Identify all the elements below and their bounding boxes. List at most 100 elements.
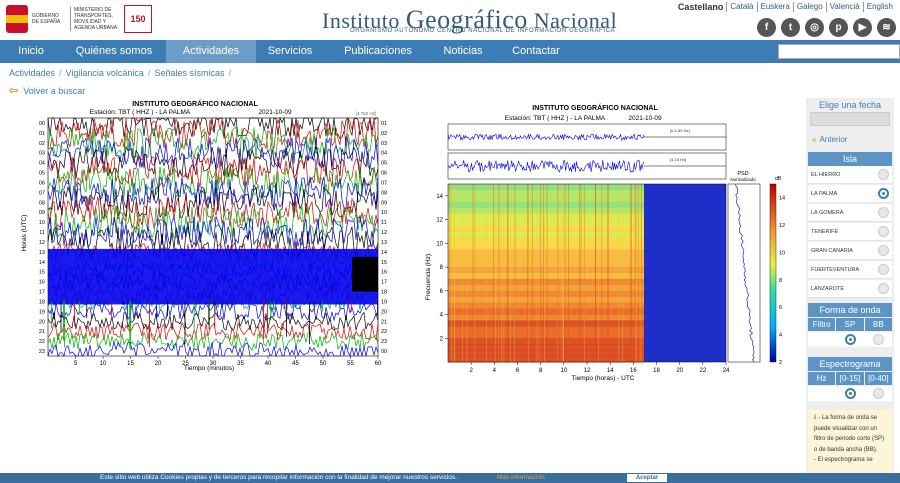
island-option-tenerife[interactable]: TENERIFE (808, 223, 892, 241)
radio-icon[interactable] (878, 169, 889, 180)
helicorder-hour-label: 00 (381, 349, 387, 355)
coat-of-arms-icon (6, 5, 28, 33)
waveform-filter-label: Filtro (808, 318, 836, 331)
previous-link[interactable]: « Anterior (812, 135, 847, 144)
spectrogram-xtick-label: 6 (516, 368, 520, 374)
cookie-accept-button[interactable]: Aceptar (627, 474, 667, 482)
colorbar-tick-label: 6 (779, 305, 782, 311)
radio-icon[interactable] (878, 264, 889, 275)
spectrogram-band (448, 207, 644, 215)
radio-selected-icon[interactable] (845, 388, 856, 399)
waveform-header: Forma de onda (808, 303, 892, 317)
info-icon: ℹ (814, 415, 817, 421)
lang-english[interactable]: English (864, 2, 896, 12)
nav-contactar[interactable]: Contactar (494, 40, 578, 63)
lang-valencia[interactable]: Valencià (827, 2, 864, 12)
radio-icon[interactable] (878, 245, 889, 256)
colorbar-tick-label: 10 (779, 250, 785, 256)
spectrogram-ytick-label: 8 (440, 265, 444, 271)
cookie-more-info-link[interactable]: Más información (497, 473, 545, 483)
helicorder-hour-label: 23 (381, 339, 387, 345)
helicorder-hour-label: 01 (39, 131, 45, 137)
helicorder-hour-label: 02 (39, 141, 45, 147)
spectrogram-15-label: [0-15] (836, 372, 864, 385)
island-option-la-gomera[interactable]: LA GOMERA (808, 204, 892, 222)
back-link[interactable]: ⇦ Volver a buscar (9, 84, 85, 97)
nav-actividades[interactable]: Actividades (166, 40, 256, 63)
page: GOBIERNO DE ESPAÑA MINISTERIO DE TRANSPO… (0, 0, 900, 483)
radio-selected-icon[interactable] (845, 334, 856, 345)
lang-catala[interactable]: Català (727, 2, 758, 12)
helicorder-xtick-label: 10 (100, 361, 107, 367)
waveform-sp-option[interactable] (836, 332, 864, 347)
waveform-bb-option[interactable] (864, 332, 892, 347)
spectrogram-band (448, 184, 644, 191)
lang-castellano[interactable]: Castellano (675, 2, 728, 12)
radio-icon[interactable] (878, 207, 889, 218)
search-input[interactable] (778, 44, 900, 59)
spectrogram-chart: INSTITUTO GEOGRÁFICO NACIONAL Estación: … (420, 102, 790, 384)
helicorder-hour-label: 11 (381, 220, 387, 226)
radio-icon[interactable] (878, 283, 889, 294)
anniversary-badge: 150 (124, 5, 152, 33)
spectrogram-40-option[interactable] (864, 386, 892, 401)
breadcrumb-vigilancia[interactable]: Vigilancia volcánica (66, 68, 144, 78)
pinterest-icon[interactable]: p (829, 18, 848, 37)
helicorder-hour-label: 15 (381, 260, 387, 266)
breadcrumb-senales[interactable]: Señales sísmicas (154, 68, 224, 78)
info-line: puede visualizar con un (814, 425, 878, 432)
nav-servicios[interactable]: Servicios (256, 40, 324, 63)
spectrogram-band (448, 231, 644, 238)
helicorder-dense-band (352, 256, 378, 292)
nav-quienes-somos[interactable]: Quiénes somos (62, 40, 166, 63)
lang-galego[interactable]: Galego (794, 2, 827, 12)
helicorder-hour-label: 10 (39, 220, 45, 226)
psd-sublabel: Normalizado (730, 177, 756, 182)
breadcrumb-separator: / (228, 68, 231, 78)
spectrogram-ytick-label: 4 (440, 313, 444, 319)
helicorder-svg: INSTITUTO GEOGRÁFICO NACIONAL Estación: … (21, 99, 387, 372)
helicorder-hour-label: 20 (381, 309, 387, 315)
spectrogram-band (448, 189, 644, 197)
helicorder-hour-label: 16 (381, 270, 387, 276)
spectrogram-ytick-label: 6 (440, 289, 444, 295)
helicorder-hour-label: 22 (39, 339, 45, 345)
helicorder-hour-label: 08 (381, 190, 387, 196)
breadcrumb: Actividades / Vigilancia volcánica / Señal… (9, 68, 231, 78)
spectrogram-band (448, 267, 644, 274)
lang-euskera[interactable]: Euskera (758, 2, 794, 12)
language-selector: Castellano Català Euskera Galego Valenci… (675, 2, 896, 12)
helicorder-hour-label: 17 (39, 290, 45, 296)
spectrogram-spacer (808, 386, 836, 401)
spectrogram-ytick-label: 12 (436, 218, 443, 224)
facebook-icon[interactable]: f (757, 18, 776, 37)
spectrogram-date: 2021-10-09 (628, 115, 662, 122)
spectrogram-15-option[interactable] (836, 386, 864, 401)
breadcrumb-separator: / (147, 68, 151, 78)
island-option-la-palma[interactable]: LA PALMA (808, 185, 892, 203)
island-option-gran-canaria[interactable]: GRAN CANARIA (808, 242, 892, 260)
instagram-icon[interactable]: ◎ (805, 18, 824, 37)
radio-icon[interactable] (873, 388, 884, 399)
island-option-fuerteventura[interactable]: FUERTEVENTURA (808, 261, 892, 279)
nav-inicio[interactable]: Inicio (0, 40, 62, 63)
nav-noticias[interactable]: Noticias (432, 40, 494, 63)
spectrogram-hz-label: Hz (808, 372, 836, 385)
date-input[interactable] (810, 112, 890, 126)
radio-icon[interactable] (878, 226, 889, 237)
island-option-lanzarote[interactable]: LANZAROTE (808, 280, 892, 298)
nav-publicaciones[interactable]: Publicaciones (324, 40, 432, 63)
government-logo[interactable]: GOBIERNO DE ESPAÑA MINISTERIO DE TRANSPO… (6, 4, 156, 34)
spectrogram-band (448, 249, 644, 256)
spectrogram-title: INSTITUTO GEOGRÁFICO NACIONAL (532, 103, 658, 112)
twitter-icon[interactable]: t (781, 18, 800, 37)
radio-selected-icon[interactable] (878, 188, 889, 199)
youtube-icon[interactable]: ▶ (853, 18, 872, 37)
spectrogram-xtick-label: 12 (584, 368, 591, 374)
helicorder-hour-label: 23 (39, 349, 45, 355)
radio-icon[interactable] (873, 334, 884, 345)
helicorder-hour-label: 21 (39, 329, 45, 335)
island-option-el-hierro[interactable]: EL HIERRO (808, 166, 892, 184)
rss-icon[interactable]: ≋ (877, 18, 896, 37)
breadcrumb-actividades[interactable]: Actividades (9, 68, 55, 78)
